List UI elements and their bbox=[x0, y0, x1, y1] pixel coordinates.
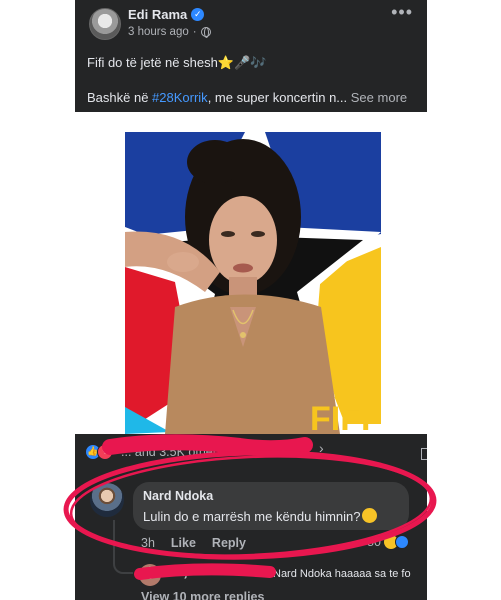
post-meta: 3 hours ago · bbox=[128, 26, 211, 38]
author-name-text[interactable]: Edi Rama bbox=[128, 7, 187, 22]
smirk-emoji-icon bbox=[361, 508, 377, 523]
meta-separator: · bbox=[192, 26, 197, 38]
comment-reaction-number: 80 bbox=[367, 535, 381, 549]
see-more-link[interactable]: See more bbox=[351, 90, 407, 105]
view-more-replies-link[interactable]: View 10 more replies bbox=[141, 590, 264, 600]
chevron-right-icon[interactable]: › bbox=[319, 440, 324, 456]
reactions-bar: 👍 ♥ ... and 3.5K others › bbox=[75, 434, 427, 470]
reaction-icons[interactable]: 👍 ♥ bbox=[85, 444, 113, 460]
hashtag-link[interactable]: #28Korrik bbox=[152, 90, 208, 105]
post-text-suffix: , me super koncertin n... bbox=[207, 90, 348, 105]
post-time[interactable]: 3 hours ago bbox=[128, 26, 189, 38]
comment-author[interactable]: Nard Ndoka bbox=[143, 489, 213, 503]
post-text-prefix: Bashkë në bbox=[87, 90, 153, 105]
post-text-line2: Bashkë në #28Korrik, me super koncertin … bbox=[87, 90, 407, 105]
reply-avatar[interactable] bbox=[139, 564, 161, 586]
comment-time[interactable]: 3h bbox=[141, 536, 155, 550]
comment-text: Lulin do e marrësh me këndu himnin? bbox=[143, 508, 377, 524]
facebook-post-screen: Edi Rama ✓ 3 hours ago · ••• Fifi do të … bbox=[75, 0, 427, 600]
comment-bubble[interactable]: Nard Ndoka Lulin do e marrësh me këndu h… bbox=[133, 482, 409, 530]
verified-badge-icon: ✓ bbox=[191, 8, 205, 21]
post-text-line1: Fifi do të jetë në shesh⭐🎤🎶 bbox=[87, 55, 267, 70]
bracket-icon bbox=[421, 448, 427, 460]
concert-poster-image: FIFI bbox=[125, 132, 381, 434]
post-image[interactable]: FIFI bbox=[75, 112, 427, 434]
reply-preview-text: haaaaa sa te fo bbox=[334, 568, 411, 580]
love-icon: ♥ bbox=[97, 444, 113, 460]
comment-reply-button[interactable]: Reply bbox=[212, 536, 246, 550]
author-avatar[interactable] bbox=[89, 8, 121, 40]
reply-mention-name: Nard Ndoka bbox=[273, 568, 332, 580]
post-header: Edi Rama ✓ 3 hours ago · ••• bbox=[75, 0, 427, 50]
comment-text-body: Lulin do e marrësh me këndu himnin? bbox=[143, 509, 361, 524]
like-reaction-icon bbox=[394, 535, 409, 549]
author-name[interactable]: Edi Rama ✓ bbox=[128, 7, 205, 22]
reply-preview[interactable]: Nard Ndoka haaaaa sa te fo bbox=[273, 568, 411, 580]
globe-icon bbox=[200, 27, 211, 38]
comment-like-button[interactable]: Like bbox=[171, 536, 196, 550]
reply-author[interactable]: ...laj bbox=[167, 567, 187, 579]
commenter-avatar[interactable] bbox=[90, 483, 124, 517]
comment-reaction-count[interactable]: 80 bbox=[367, 535, 409, 549]
reply-thread-line bbox=[113, 520, 133, 574]
poster-name-text: FIFI bbox=[310, 400, 370, 434]
reactions-count-text[interactable]: ... and 3.5K others bbox=[121, 445, 223, 459]
more-options-button[interactable]: ••• bbox=[391, 2, 413, 23]
comment-actions: 3h Like Reply bbox=[141, 536, 246, 550]
